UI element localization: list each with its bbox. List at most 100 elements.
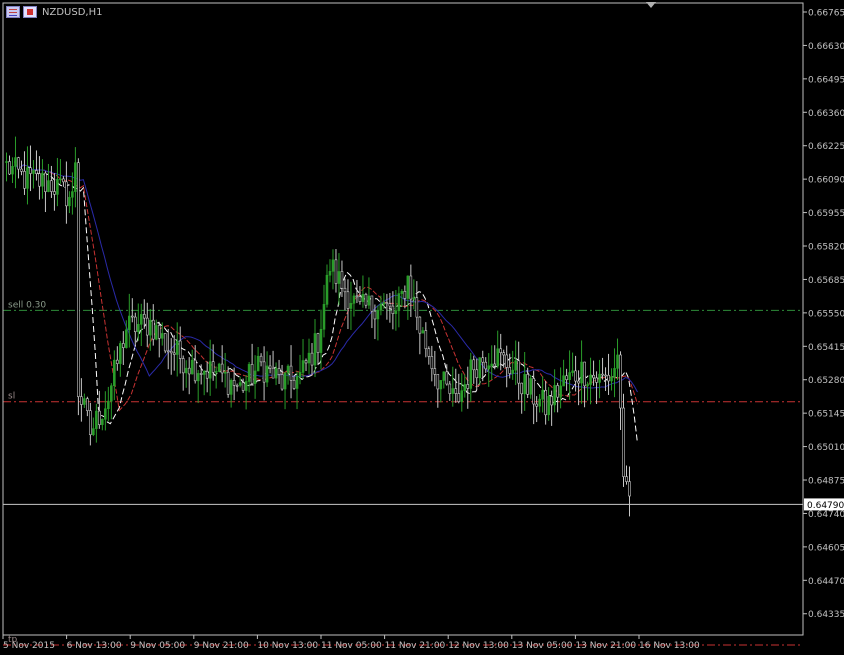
candle-body bbox=[17, 157, 20, 170]
candle-body bbox=[586, 384, 589, 387]
candle-body bbox=[436, 374, 440, 390]
candle-body bbox=[493, 363, 497, 367]
price-chart[interactable]: 0.66765 0.66630 0.66495 0.66360 0.66225 0.660… bbox=[0, 0, 844, 651]
candle-body bbox=[328, 271, 332, 276]
candle-body bbox=[193, 359, 197, 382]
candle-body bbox=[409, 275, 413, 300]
candle-body bbox=[403, 291, 407, 299]
candle-body bbox=[373, 310, 377, 320]
candle-body bbox=[136, 323, 140, 332]
candle-body bbox=[113, 359, 116, 387]
candle-body bbox=[352, 295, 356, 304]
candle-body bbox=[110, 385, 113, 402]
candle-body bbox=[388, 303, 392, 307]
price-tick-label: 0.64875 bbox=[808, 477, 844, 487]
time-tick-label: 9 Nov 05:00 bbox=[130, 641, 185, 651]
candle-body bbox=[145, 317, 149, 336]
price-tick-label: 0.66765 bbox=[808, 9, 844, 19]
candle-body bbox=[41, 172, 44, 187]
price-tick-label: 0.66630 bbox=[808, 42, 844, 52]
candle-body bbox=[529, 378, 532, 395]
candle-body bbox=[556, 385, 559, 398]
candle-body bbox=[247, 364, 251, 382]
candle-body bbox=[250, 364, 254, 384]
chart-window[interactable]: 0.66765 0.66630 0.66495 0.66360 0.66225 0.660… bbox=[0, 0, 844, 651]
candle-body bbox=[475, 369, 479, 379]
candle-body bbox=[139, 314, 143, 325]
candle-body bbox=[625, 476, 628, 482]
candle-body bbox=[370, 295, 374, 312]
candle-body bbox=[130, 315, 134, 318]
candle-body bbox=[47, 180, 50, 192]
candle-body bbox=[562, 375, 565, 387]
candle-body bbox=[343, 287, 347, 293]
candle-body bbox=[616, 354, 619, 369]
candle-body bbox=[490, 363, 494, 367]
current-price-label: 0.64790 bbox=[807, 501, 844, 511]
time-tick-label: 9 Nov 21:00 bbox=[194, 641, 249, 651]
candle-body bbox=[89, 410, 92, 436]
candle-body bbox=[187, 367, 191, 375]
candle-body bbox=[229, 380, 233, 395]
price-tick-label: 0.65415 bbox=[808, 343, 844, 353]
candle-body bbox=[232, 380, 236, 386]
candle-body bbox=[190, 359, 194, 375]
candle-body bbox=[80, 396, 83, 405]
candle-body bbox=[175, 340, 179, 355]
candle-body bbox=[382, 302, 386, 305]
candle-body bbox=[553, 385, 556, 406]
candle-body bbox=[394, 310, 398, 314]
candle-body bbox=[50, 180, 53, 192]
candle-body bbox=[74, 162, 77, 192]
candle-body bbox=[445, 371, 449, 385]
candle-body bbox=[559, 385, 562, 398]
candle-body bbox=[181, 358, 185, 374]
candle-body bbox=[505, 354, 508, 368]
candle-body bbox=[301, 360, 305, 373]
candle-body bbox=[313, 333, 317, 366]
candle-body bbox=[274, 368, 278, 379]
candle-body bbox=[163, 333, 167, 352]
candle-body bbox=[517, 360, 520, 384]
candle-body bbox=[541, 390, 544, 400]
candle-body bbox=[307, 352, 311, 364]
symbol-list-icon[interactable] bbox=[6, 6, 20, 18]
time-tick-label: 6 Nov 13:00 bbox=[67, 641, 122, 651]
candle-body bbox=[595, 377, 598, 383]
candle-body bbox=[20, 168, 23, 172]
price-tick-label: 0.64740 bbox=[808, 510, 844, 520]
candle-body bbox=[514, 360, 517, 371]
candle-body bbox=[107, 400, 110, 410]
candle-body bbox=[385, 302, 389, 305]
candle-body bbox=[298, 372, 302, 377]
candle-body bbox=[104, 408, 107, 420]
candle-body bbox=[95, 410, 98, 429]
candle-body bbox=[235, 385, 239, 387]
candle-body bbox=[202, 371, 206, 375]
candle-body bbox=[23, 171, 26, 189]
price-tick-label: 0.66090 bbox=[808, 176, 844, 186]
candle-body bbox=[259, 355, 263, 363]
candle-body bbox=[439, 380, 443, 390]
candle-body bbox=[433, 368, 437, 375]
candle-body bbox=[44, 172, 47, 192]
price-tick-label: 0.66495 bbox=[808, 75, 844, 85]
chart-properties-icon[interactable] bbox=[23, 6, 37, 18]
candle-body bbox=[26, 167, 29, 189]
candle-body bbox=[463, 384, 467, 391]
candle-body bbox=[125, 329, 128, 348]
candle-body bbox=[478, 357, 482, 379]
candle-body bbox=[472, 359, 476, 371]
candle-body bbox=[466, 384, 470, 389]
candle-body bbox=[622, 407, 625, 477]
candle-body bbox=[406, 275, 410, 299]
candle-body bbox=[128, 315, 131, 331]
candle-body bbox=[355, 295, 359, 298]
time-tick-label: 13 Nov 21:00 bbox=[575, 641, 636, 651]
candle-body bbox=[430, 356, 434, 369]
chart-shift-marker-icon[interactable] bbox=[646, 2, 656, 8]
candle-body bbox=[325, 274, 329, 305]
candle-body bbox=[316, 333, 320, 353]
candle-body bbox=[598, 373, 601, 383]
candle-body bbox=[8, 161, 11, 175]
